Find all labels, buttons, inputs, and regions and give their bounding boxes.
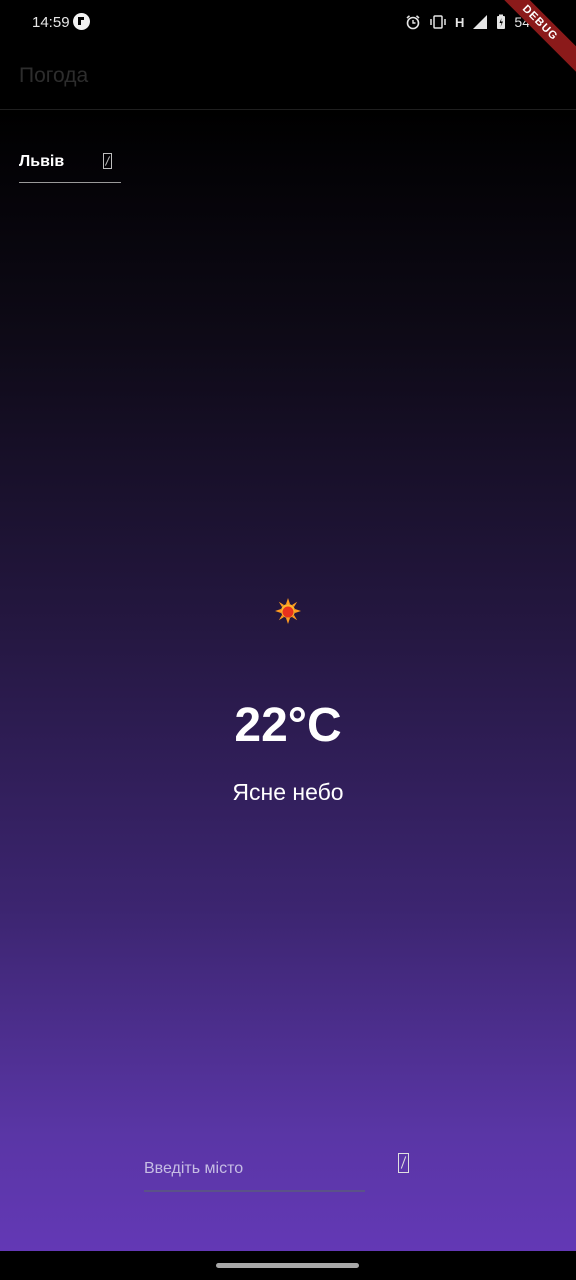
status-time: 14:59 [32,14,70,31]
status-bar: 14:59 H 54 [0,0,576,46]
status-icons: H 54 [405,12,530,32]
battery-icon [497,14,506,29]
sun-icon [275,598,301,624]
notification-app-icon [73,13,90,30]
vibrate-icon [430,15,446,29]
signal-icon [473,15,488,29]
selected-city: Львів [19,153,65,170]
weather-condition: Ясне небо [232,779,344,805]
city-input[interactable] [144,1148,365,1192]
temperature: 22°C [234,699,342,752]
app-bar: Погода [0,46,576,110]
network-type-label: H [455,14,465,30]
dropdown-icon [103,153,112,169]
search-icon[interactable] [398,1153,409,1173]
app-title: Погода [19,64,89,87]
home-indicator[interactable] [216,1263,359,1268]
weather-app-screen: 14:59 H 54 DEBUG Погода Львів 22°C Ясне … [0,0,576,1280]
weather-body: Львів 22°C Ясне небо [0,110,576,1251]
city-dropdown[interactable]: Львів [19,150,121,183]
alarm-icon [406,15,420,30]
navigation-bar [0,1251,576,1280]
